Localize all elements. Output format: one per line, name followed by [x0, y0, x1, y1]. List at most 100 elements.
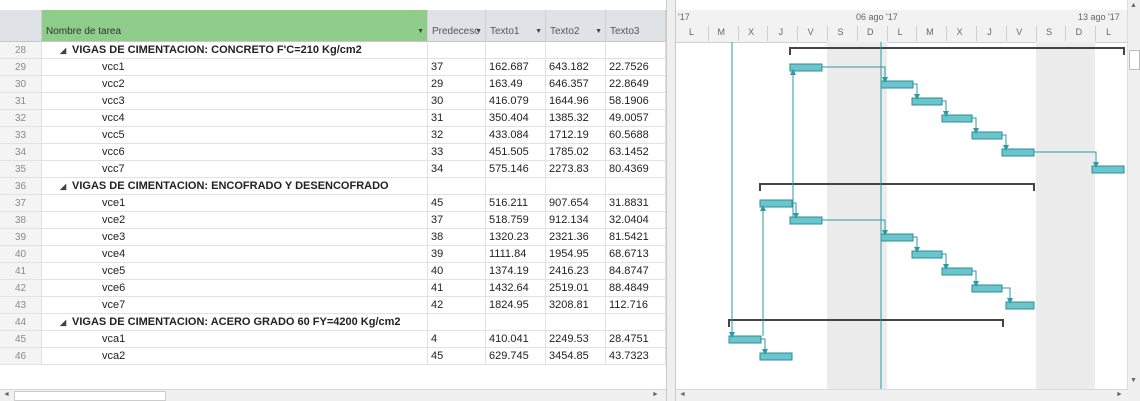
task-bar[interactable]	[941, 267, 973, 276]
task-name-cell[interactable]: vca1	[42, 331, 428, 348]
texto1-cell[interactable]: 516.211	[486, 195, 546, 212]
column-header-texto3[interactable]: Texto3	[606, 10, 666, 42]
row-number[interactable]: 37	[0, 195, 42, 212]
texto1-cell[interactable]: 1824.95	[486, 297, 546, 314]
task-name-cell[interactable]: vcc4	[42, 110, 428, 127]
predecessors-cell[interactable]: 45	[428, 348, 486, 365]
row-number[interactable]: 42	[0, 280, 42, 297]
view-splitter[interactable]	[666, 0, 676, 401]
texto3-cell[interactable]: 58.1906	[606, 93, 666, 110]
task-name-cell[interactable]: ◢ VIGAS DE CIMENTACION: CONCRETO F'C=210 …	[42, 42, 428, 59]
table-row[interactable]: 35 vcc7 34 575.146 2273.83 80.4369	[0, 161, 666, 178]
predecessors-cell[interactable]	[428, 178, 486, 195]
texto1-cell[interactable]: 410.041	[486, 331, 546, 348]
texto3-cell[interactable]	[606, 42, 666, 59]
task-bar[interactable]	[941, 114, 973, 123]
texto2-cell[interactable]	[546, 178, 606, 195]
predecessors-cell[interactable]: 38	[428, 229, 486, 246]
texto2-cell[interactable]: 2321.36	[546, 229, 606, 246]
texto2-cell[interactable]: 907.654	[546, 195, 606, 212]
table-row[interactable]: 41 vce5 40 1374.19 2416.23 84.8747	[0, 263, 666, 280]
predecessors-cell[interactable]: 40	[428, 263, 486, 280]
texto2-cell[interactable]: 1644.96	[546, 93, 606, 110]
table-row[interactable]: 39 vce3 38 1320.23 2321.36 81.5421	[0, 229, 666, 246]
texto2-cell[interactable]: 3208.81	[546, 297, 606, 314]
task-bar[interactable]	[1001, 148, 1035, 157]
task-name-cell[interactable]: vce4	[42, 246, 428, 263]
task-name-cell[interactable]: vce6	[42, 280, 428, 297]
texto2-cell[interactable]: 2519.01	[546, 280, 606, 297]
task-name-cell[interactable]: ◢ VIGAS DE CIMENTACION: ACERO GRADO 60 FY…	[42, 314, 428, 331]
task-bar[interactable]	[789, 63, 823, 72]
texto2-cell[interactable]: 2416.23	[546, 263, 606, 280]
texto3-cell[interactable]: 60.5688	[606, 127, 666, 144]
task-bar[interactable]	[911, 97, 943, 106]
summary-task-row[interactable]: 44 ◢ VIGAS DE CIMENTACION: ACERO GRADO 60 …	[0, 314, 666, 331]
task-bar[interactable]	[971, 131, 1003, 140]
row-number[interactable]: 38	[0, 212, 42, 229]
table-row[interactable]: 31 vcc3 30 416.079 1644.96 58.1906	[0, 93, 666, 110]
texto3-cell[interactable]	[606, 314, 666, 331]
task-name-cell[interactable]: vce1	[42, 195, 428, 212]
task-name-cell[interactable]: vce3	[42, 229, 428, 246]
task-name-cell[interactable]: vcc1	[42, 59, 428, 76]
predecessors-cell[interactable]: 31	[428, 110, 486, 127]
predecessors-cell[interactable]	[428, 42, 486, 59]
task-bar[interactable]	[759, 199, 793, 208]
table-row[interactable]: 30 vcc2 29 163.49 646.357 22.8649	[0, 76, 666, 93]
texto3-cell[interactable]: 32.0404	[606, 212, 666, 229]
task-bar[interactable]	[911, 250, 943, 259]
summary-task-row[interactable]: 28 ◢ VIGAS DE CIMENTACION: CONCRETO F'C=21…	[0, 42, 666, 59]
column-header-texto2[interactable]: Texto2 ▼	[546, 10, 606, 42]
texto1-cell[interactable]: 433.084	[486, 127, 546, 144]
texto2-cell[interactable]: 1954.95	[546, 246, 606, 263]
texto3-cell[interactable]: 84.8747	[606, 263, 666, 280]
texto2-cell[interactable]: 1785.02	[546, 144, 606, 161]
row-number-header[interactable]	[0, 10, 42, 42]
predecessors-cell[interactable]: 37	[428, 212, 486, 229]
texto3-cell[interactable]: 28.4751	[606, 331, 666, 348]
texto2-cell[interactable]: 646.357	[546, 76, 606, 93]
texto2-cell[interactable]: 1385.32	[546, 110, 606, 127]
row-number[interactable]: 39	[0, 229, 42, 246]
texto3-cell[interactable]: 43.7323	[606, 348, 666, 365]
texto3-cell[interactable]: 81.5421	[606, 229, 666, 246]
texto2-cell[interactable]	[546, 314, 606, 331]
scroll-left-icon[interactable]: ◄	[679, 391, 686, 398]
task-name-cell[interactable]: vcc7	[42, 161, 428, 178]
table-row[interactable]: 38 vce2 37 518.759 912.134 32.0404	[0, 212, 666, 229]
predecessors-cell[interactable]: 37	[428, 59, 486, 76]
task-bar[interactable]	[759, 352, 793, 361]
row-number[interactable]: 32	[0, 110, 42, 127]
texto1-cell[interactable]: 350.404	[486, 110, 546, 127]
table-row[interactable]: 32 vcc4 31 350.404 1385.32 49.0057	[0, 110, 666, 127]
grid-horizontal-scrollbar[interactable]: ◄ ►	[0, 389, 666, 401]
texto2-cell[interactable]: 912.134	[546, 212, 606, 229]
texto1-cell[interactable]: 416.079	[486, 93, 546, 110]
task-name-cell[interactable]: vcc3	[42, 93, 428, 110]
task-bar[interactable]	[880, 80, 914, 89]
scroll-left-icon[interactable]: ◄	[3, 391, 10, 398]
texto3-cell[interactable]: 31.8831	[606, 195, 666, 212]
scroll-right-icon[interactable]: ►	[652, 391, 659, 398]
task-name-cell[interactable]: vce5	[42, 263, 428, 280]
texto3-cell[interactable]: 88.4849	[606, 280, 666, 297]
task-name-cell[interactable]: vcc5	[42, 127, 428, 144]
chevron-down-icon[interactable]: ▼	[417, 28, 424, 35]
scroll-up-icon[interactable]: ▲	[1130, 2, 1137, 9]
column-header-predecessors[interactable]: Predecesc ▼	[428, 10, 486, 42]
table-row[interactable]: 42 vce6 41 1432.64 2519.01 88.4849	[0, 280, 666, 297]
texto1-cell[interactable]: 575.146	[486, 161, 546, 178]
chevron-down-icon[interactable]: ▼	[475, 28, 482, 35]
texto3-cell[interactable]	[606, 178, 666, 195]
predecessors-cell[interactable]: 32	[428, 127, 486, 144]
predecessors-cell[interactable]: 45	[428, 195, 486, 212]
row-number[interactable]: 31	[0, 93, 42, 110]
row-number[interactable]: 44	[0, 314, 42, 331]
texto2-cell[interactable]: 2273.83	[546, 161, 606, 178]
predecessors-cell[interactable]: 42	[428, 297, 486, 314]
texto2-cell[interactable]: 1712.19	[546, 127, 606, 144]
table-row[interactable]: 33 vcc5 32 433.084 1712.19 60.5688	[0, 127, 666, 144]
task-name-cell[interactable]: vca2	[42, 348, 428, 365]
row-number[interactable]: 43	[0, 297, 42, 314]
